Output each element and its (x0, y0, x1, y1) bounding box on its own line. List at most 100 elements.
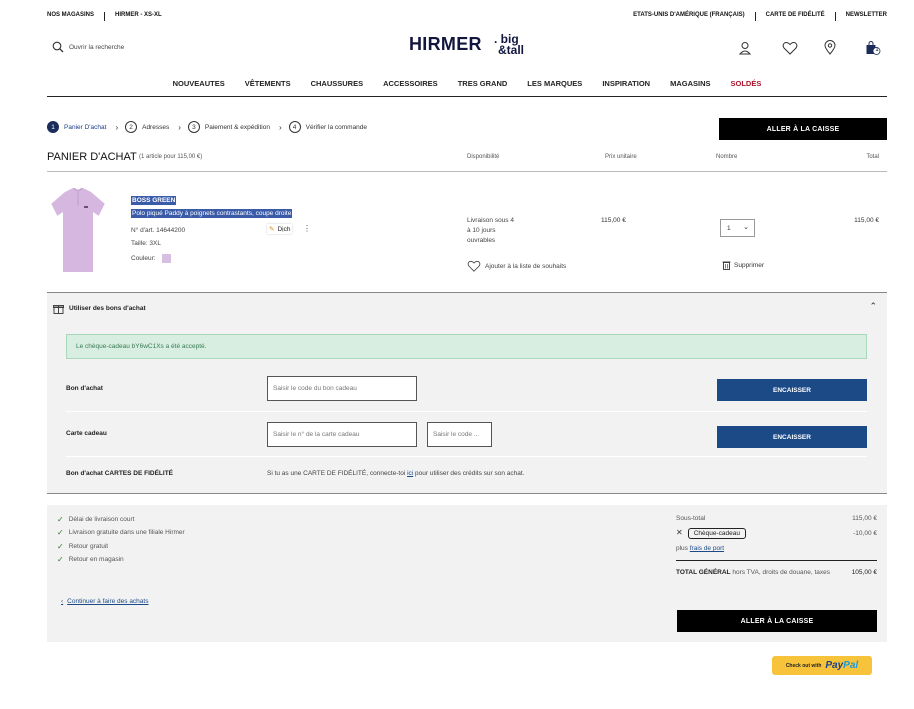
store-location-icon[interactable] (824, 40, 836, 57)
availability: Livraison sous 4 à 10 jours ouvrables (467, 216, 527, 246)
loyalty-info: Si tu as une CARTE DE FIDÉLITÉ, connecte… (267, 470, 524, 477)
checkout-button-bottom[interactable]: ALLER À LA CAISSE (677, 610, 877, 632)
shipping-costs-link[interactable]: frais de port (690, 545, 724, 552)
logo-sub-tall: &tall (498, 43, 525, 57)
loyalty-text-bold: CARTE DE FIDÉLITÉ (303, 470, 367, 477)
loyalty-card-link[interactable]: CARTE DE FIDÉLITÉ (766, 12, 825, 21)
paypal-checkout-button[interactable]: Check out with PayPal (772, 656, 872, 675)
giftcheque-chip: Chèque-cadeau (687, 528, 746, 539)
order-summary-section: ✓ Délai de livraison court ✓ Livraison gra… (47, 505, 887, 642)
trash-icon (722, 261, 731, 270)
grand-total-row: TOTAL GÉNÉRAL hors TVA, droits de douane… (676, 569, 877, 576)
grand-total-label: TOTAL GÉNÉRAL (676, 569, 731, 576)
nav-item-vetements[interactable]: VÊTEMENTS (245, 79, 291, 96)
gift-icon (53, 305, 64, 314)
success-alert: Le chèque-cadeau bY6wC1Xs a été accepté. (66, 334, 867, 359)
nav-item-chaussures[interactable]: CHAUSSURES (311, 79, 364, 96)
color-swatch (161, 254, 171, 263)
chevron-down-icon: ⌄ (743, 224, 749, 231)
product-image[interactable] (49, 186, 107, 274)
quantity-select[interactable]: 1 ⌄ (720, 219, 755, 237)
divider (104, 12, 106, 21)
nav-item-tres-grand[interactable]: TRES GRAND (458, 79, 508, 96)
chevron-up-icon[interactable]: ⌃ (869, 301, 877, 312)
heart-icon (467, 260, 481, 272)
shipping-prefix: plus (676, 545, 690, 552)
perk-item: ✓ Délai de livraison court (57, 515, 134, 524)
step-label: Panier D'achat (64, 123, 107, 131)
continue-shopping-link[interactable]: ‹ Continuer à faire des achats (61, 598, 148, 605)
step-review[interactable]: 4 Vérifier la commande (288, 121, 367, 133)
more-options-icon[interactable]: ⋮ (303, 224, 311, 233)
step-payment[interactable]: 3 Paiement & expédition (187, 121, 270, 133)
wishlist-heart-icon[interactable] (782, 41, 798, 57)
step-cart[interactable]: 1 Panier D'achat (47, 121, 106, 133)
divider (834, 12, 836, 21)
step-number: 4 (288, 121, 301, 133)
subtotal-value: 115,00 € (852, 515, 877, 522)
paypal-prefix: Check out with (785, 662, 822, 669)
logo-sub: . big &tall (494, 33, 525, 57)
loyalty-voucher-label: Bon d'achat CARTES DE FIDÉLITÉ (66, 470, 173, 477)
account-icon[interactable] (738, 41, 752, 57)
quantity-value: 1 (727, 224, 731, 232)
main-navigation: NOUVEAUTES VÊTEMENTS CHAUSSURES ACCESSOI… (47, 76, 887, 97)
voucher-heading: Utiliser des bons d'achat (69, 305, 146, 312)
perk-item: ✓ Retour en magasin (57, 555, 124, 564)
sizes-link[interactable]: HIRMER - XS-XL (115, 12, 162, 21)
availability-line: Livraison sous 4 (467, 217, 514, 224)
nav-item-soldes[interactable]: SOLDÉS (731, 79, 762, 96)
product-brand[interactable]: BOSS GREEN (131, 196, 177, 205)
translate-popup[interactable]: ✎ Dịch (267, 224, 293, 234)
nav-item-inspiration[interactable]: INSPIRATION (602, 79, 650, 96)
remove-item-button[interactable]: Supprimer (722, 260, 764, 270)
giftcard-code-input[interactable]: Saisir le code ... (427, 422, 492, 447)
step-label: Adresses (142, 123, 170, 131)
giftcard-number-input[interactable]: Saisir le n° de la carte cadeau (267, 422, 417, 447)
col-availability: Disponibilité (467, 154, 500, 160)
nav-item-nouveautes[interactable]: NOUVEAUTES (173, 79, 225, 96)
perk-label: Retour gratuit (68, 543, 109, 550)
voucher-row: Bon d'achat Saisir le code du bon cadeau… (66, 373, 867, 412)
search-trigger[interactable]: Ouvrir la recherche (52, 41, 124, 53)
subtotal-label: Sous-total (676, 515, 706, 522)
step-addresses[interactable]: 2 Adresses (125, 121, 169, 133)
cart-count: (1 article pour 115,00 €) (139, 154, 203, 160)
redeem-giftcard-button[interactable]: ENCAISSER (717, 426, 867, 448)
country-selector[interactable]: ETATS-UNIS D'AMÉRIQUE (FRANÇAIS) (633, 12, 745, 21)
add-to-wishlist-link[interactable]: Ajouter à la liste de souhaits (467, 260, 566, 272)
chevron-right-icon: › (278, 122, 282, 132)
loyalty-text: Si tu as une (267, 470, 304, 477)
paypal-logo-pay: Pay (825, 660, 844, 671)
newsletter-link[interactable]: NEWSLETTER (846, 12, 887, 21)
cart-bag-icon[interactable]: 1 (865, 41, 881, 58)
unit-price: 115,00 € (601, 217, 626, 224)
voucher-section-toggle[interactable]: Utiliser des bons d'achat (53, 303, 146, 314)
nav-item-les-marques[interactable]: LES MARQUES (527, 79, 582, 96)
nav-item-magasins[interactable]: MAGASINS (670, 79, 710, 96)
grand-total-note: hors TVA, droits de douane, taxes (732, 569, 831, 576)
voucher-code-input[interactable]: Saisir le code du bon cadeau (267, 376, 417, 401)
grand-total-value: 105,00 € (851, 569, 877, 576)
product-name[interactable]: Polo piqué Paddy à poignets contrastants… (131, 209, 293, 218)
cart-count-badge: 1 (875, 47, 879, 53)
wishlist-label: Ajouter à la liste de souhaits (485, 262, 567, 270)
stores-link[interactable]: NOS MAGASINS (47, 12, 94, 21)
color-label: Couleur: (131, 255, 156, 263)
redeem-voucher-button[interactable]: ENCAISSER (717, 379, 867, 401)
continue-label: Continuer à faire des achats (67, 598, 149, 605)
perk-label: Livraison gratuite dans une filiale Hirm… (68, 529, 185, 536)
col-unit-price: Prix unitaire (605, 154, 637, 160)
loyalty-text: pour utiliser des crédits sur son achat. (413, 470, 525, 477)
paypal-logo-pal: Pal (843, 660, 859, 671)
checkout-button-top[interactable]: ALLER À LA CAISSE (719, 118, 887, 140)
paypal-logo: PayPal (825, 660, 858, 671)
checkout-steps: 1 Panier D'achat › 2 Adresses › 3 Paiement … (47, 121, 372, 133)
checkmark-icon: ✓ (57, 515, 64, 524)
top-utility-bar: NOS MAGASINS HIRMER - XS-XL ETATS-UNIS D… (47, 0, 887, 32)
remove-cheque-icon[interactable]: ✕ (676, 528, 683, 537)
nav-item-accessoires[interactable]: ACCESSOIRES (383, 79, 438, 96)
availability-line: ouvrables (467, 237, 496, 244)
cart-title: PANIER D'ACHAT (47, 151, 137, 163)
hirmer-logo[interactable]: HIRMER . big &tall (409, 33, 529, 69)
